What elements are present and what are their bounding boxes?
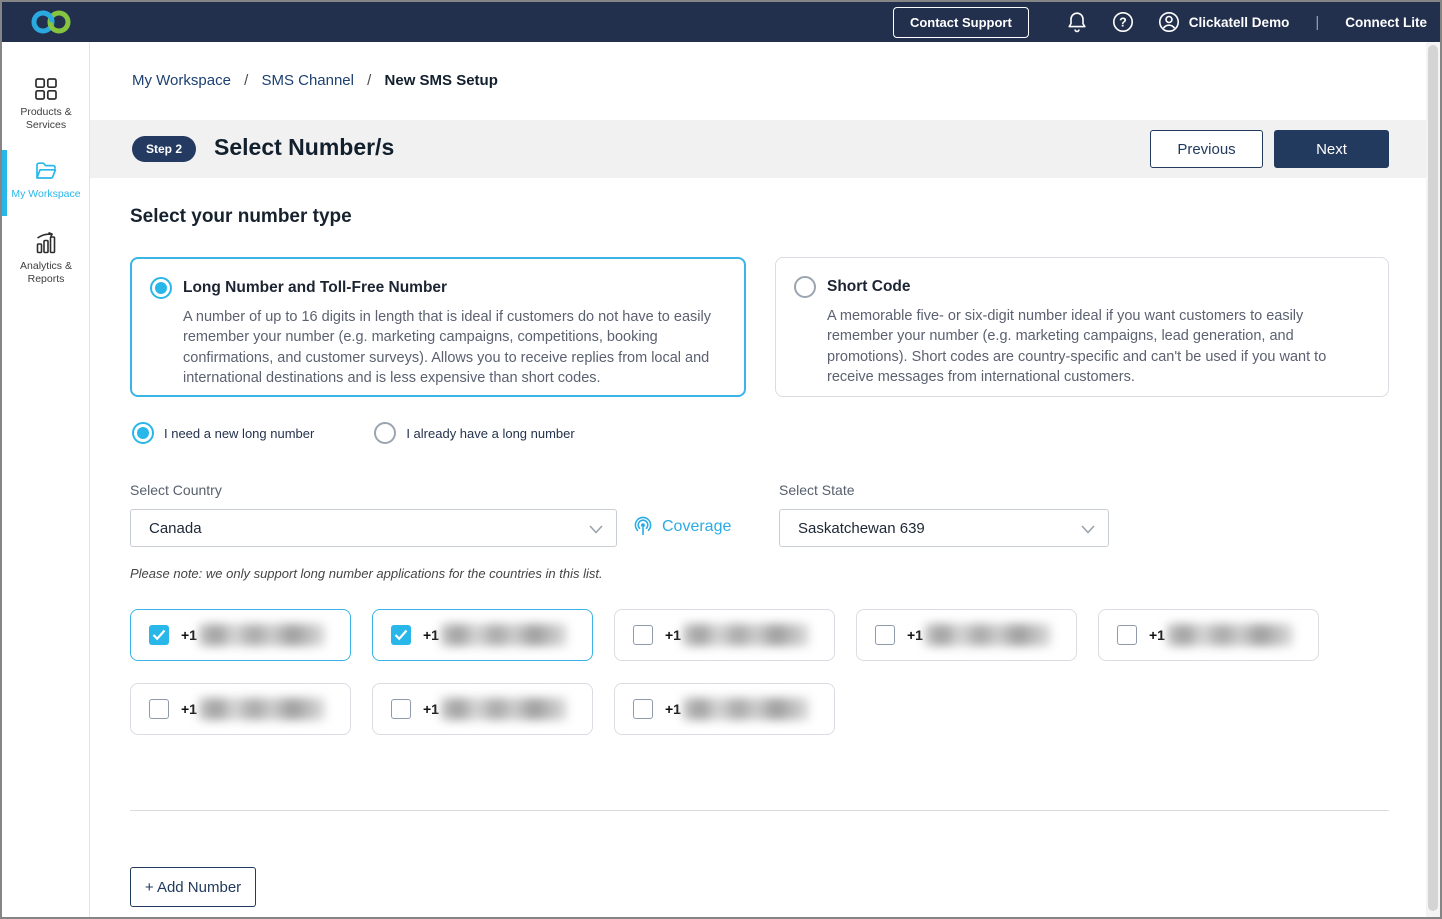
- long-number-description: A number of up to 16 digits in length th…: [183, 309, 711, 386]
- contact-support-button[interactable]: Contact Support: [892, 6, 1029, 38]
- number-prefix: +1: [423, 627, 439, 643]
- long-number-type-card[interactable]: Long Number and Toll-Free Number A numbe…: [130, 257, 746, 397]
- coverage-broadcast-icon: [634, 516, 652, 536]
- bar-chart-icon: [36, 231, 56, 254]
- option-existing-long-number[interactable]: I already have a long number: [374, 422, 575, 444]
- product-name: Connect Lite: [1345, 14, 1427, 30]
- step-header-strip: Step 2 Select Number/s Previous Next: [90, 120, 1440, 178]
- svg-text:?: ?: [1119, 15, 1127, 29]
- phone-number-card[interactable]: +1: [130, 609, 351, 661]
- breadcrumb: My Workspace / SMS Channel / New SMS Set…: [132, 72, 498, 89]
- user-name: Clickatell Demo: [1188, 14, 1290, 30]
- folder-icon: [36, 162, 57, 179]
- short-code-title: Short Code: [827, 278, 911, 295]
- number-checkbox-checked[interactable]: [391, 625, 411, 645]
- redacted-phone-number: [440, 624, 567, 646]
- number-prefix: +1: [181, 701, 197, 717]
- state-dropdown[interactable]: Saskatchewan 639: [779, 509, 1109, 547]
- number-checkbox-unchecked[interactable]: [149, 699, 169, 719]
- previous-button[interactable]: Previous: [1150, 130, 1263, 168]
- breadcrumb-my-workspace[interactable]: My Workspace: [132, 72, 231, 89]
- scrollbar-thumb[interactable]: [1428, 45, 1438, 911]
- number-checkbox-unchecked[interactable]: [875, 625, 895, 645]
- option-label: I need a new long number: [164, 425, 315, 441]
- number-prefix: +1: [665, 627, 681, 643]
- select-country-label: Select Country: [130, 482, 222, 498]
- existing-long-number-radio[interactable]: [374, 422, 397, 444]
- short-code-radio[interactable]: [794, 276, 816, 298]
- next-button[interactable]: Next: [1274, 130, 1389, 168]
- active-indicator: [2, 150, 7, 216]
- number-checkbox-unchecked[interactable]: [633, 625, 653, 645]
- add-number-button[interactable]: + Add Number: [130, 867, 256, 907]
- breadcrumb-current-page: New SMS Setup: [384, 72, 498, 89]
- long-number-title: Long Number and Toll-Free Number: [183, 279, 448, 296]
- breadcrumb-sms-channel[interactable]: SMS Channel: [261, 72, 354, 89]
- sidebar-item-label: Analytics & Reports: [20, 260, 72, 286]
- number-checkbox-unchecked[interactable]: [391, 699, 411, 719]
- user-avatar-icon: [1158, 12, 1179, 32]
- step-badge: Step 2: [132, 136, 197, 162]
- redacted-phone-number: [1166, 624, 1293, 646]
- app-window: Contact Support ? Clickatell Demo | Conn…: [0, 0, 1442, 919]
- option-label: I already have a long number: [406, 425, 575, 441]
- state-value: Saskatchewan 639: [798, 519, 925, 537]
- redacted-phone-number: [682, 624, 809, 646]
- main-content: My Workspace / SMS Channel / New SMS Set…: [90, 42, 1440, 917]
- coverage-label: Coverage: [662, 518, 732, 535]
- section-divider: [130, 810, 1389, 811]
- country-support-note: Please note: we only support long number…: [130, 566, 603, 581]
- user-menu[interactable]: Clickatell Demo: [1157, 10, 1290, 34]
- number-prefix: +1: [1149, 627, 1165, 643]
- country-value: Canada: [149, 519, 202, 537]
- phone-number-card[interactable]: +1: [372, 683, 593, 735]
- long-number-radio[interactable]: [150, 277, 172, 299]
- top-navigation-bar: Contact Support ? Clickatell Demo | Conn…: [2, 2, 1440, 42]
- phone-number-card[interactable]: +1: [130, 683, 351, 735]
- help-icon[interactable]: ?: [1111, 10, 1135, 34]
- grid-icon: [35, 78, 57, 100]
- clickatell-logo-icon[interactable]: [30, 7, 72, 37]
- redacted-phone-number: [198, 624, 325, 646]
- chevron-down-icon: [589, 525, 603, 534]
- chevron-down-icon: [1081, 525, 1095, 534]
- breadcrumb-separator: /: [244, 72, 249, 89]
- redacted-phone-number: [682, 698, 809, 720]
- bell-icon[interactable]: [1065, 10, 1089, 34]
- coverage-link[interactable]: Coverage: [632, 515, 731, 539]
- section-title: Select your number type: [130, 206, 352, 227]
- number-checkbox-unchecked[interactable]: [633, 699, 653, 719]
- redacted-phone-number: [198, 698, 325, 720]
- phone-number-card[interactable]: +1: [372, 609, 593, 661]
- page-title: Select Number/s: [214, 134, 395, 160]
- phone-number-card[interactable]: +1: [614, 683, 835, 735]
- redacted-phone-number: [440, 698, 567, 720]
- number-prefix: +1: [665, 701, 681, 717]
- sidebar-item-label: Products & Services: [20, 106, 72, 132]
- short-code-description: A memorable five- or six-digit number id…: [827, 308, 1327, 385]
- country-dropdown[interactable]: Canada: [130, 509, 617, 547]
- sidebar: Products & Services My Workspace Analyti…: [2, 42, 90, 917]
- number-prefix: +1: [181, 627, 197, 643]
- phone-number-card[interactable]: +1: [614, 609, 835, 661]
- number-prefix: +1: [423, 701, 439, 717]
- sidebar-item-products-services[interactable]: Products & Services: [2, 76, 90, 132]
- sidebar-item-my-workspace[interactable]: My Workspace: [2, 150, 90, 216]
- header-divider: |: [1315, 13, 1320, 31]
- sidebar-item-analytics-reports[interactable]: Analytics & Reports: [2, 230, 90, 286]
- phone-number-card[interactable]: +1: [856, 609, 1077, 661]
- number-prefix: +1: [907, 627, 923, 643]
- vertical-scrollbar: [1426, 42, 1440, 917]
- number-checkbox-unchecked[interactable]: [1117, 625, 1137, 645]
- redacted-phone-number: [924, 624, 1051, 646]
- new-long-number-radio[interactable]: [132, 422, 154, 444]
- select-state-label: Select State: [779, 482, 855, 498]
- number-checkbox-checked[interactable]: [149, 625, 169, 645]
- option-new-long-number[interactable]: I need a new long number: [132, 422, 314, 444]
- phone-number-card[interactable]: +1: [1098, 609, 1319, 661]
- short-code-type-card[interactable]: Short Code A memorable five- or six-digi…: [775, 257, 1389, 397]
- long-number-options: I need a new long number I already have …: [132, 422, 575, 444]
- breadcrumb-separator: /: [367, 72, 372, 89]
- sidebar-item-label: My Workspace: [11, 188, 81, 200]
